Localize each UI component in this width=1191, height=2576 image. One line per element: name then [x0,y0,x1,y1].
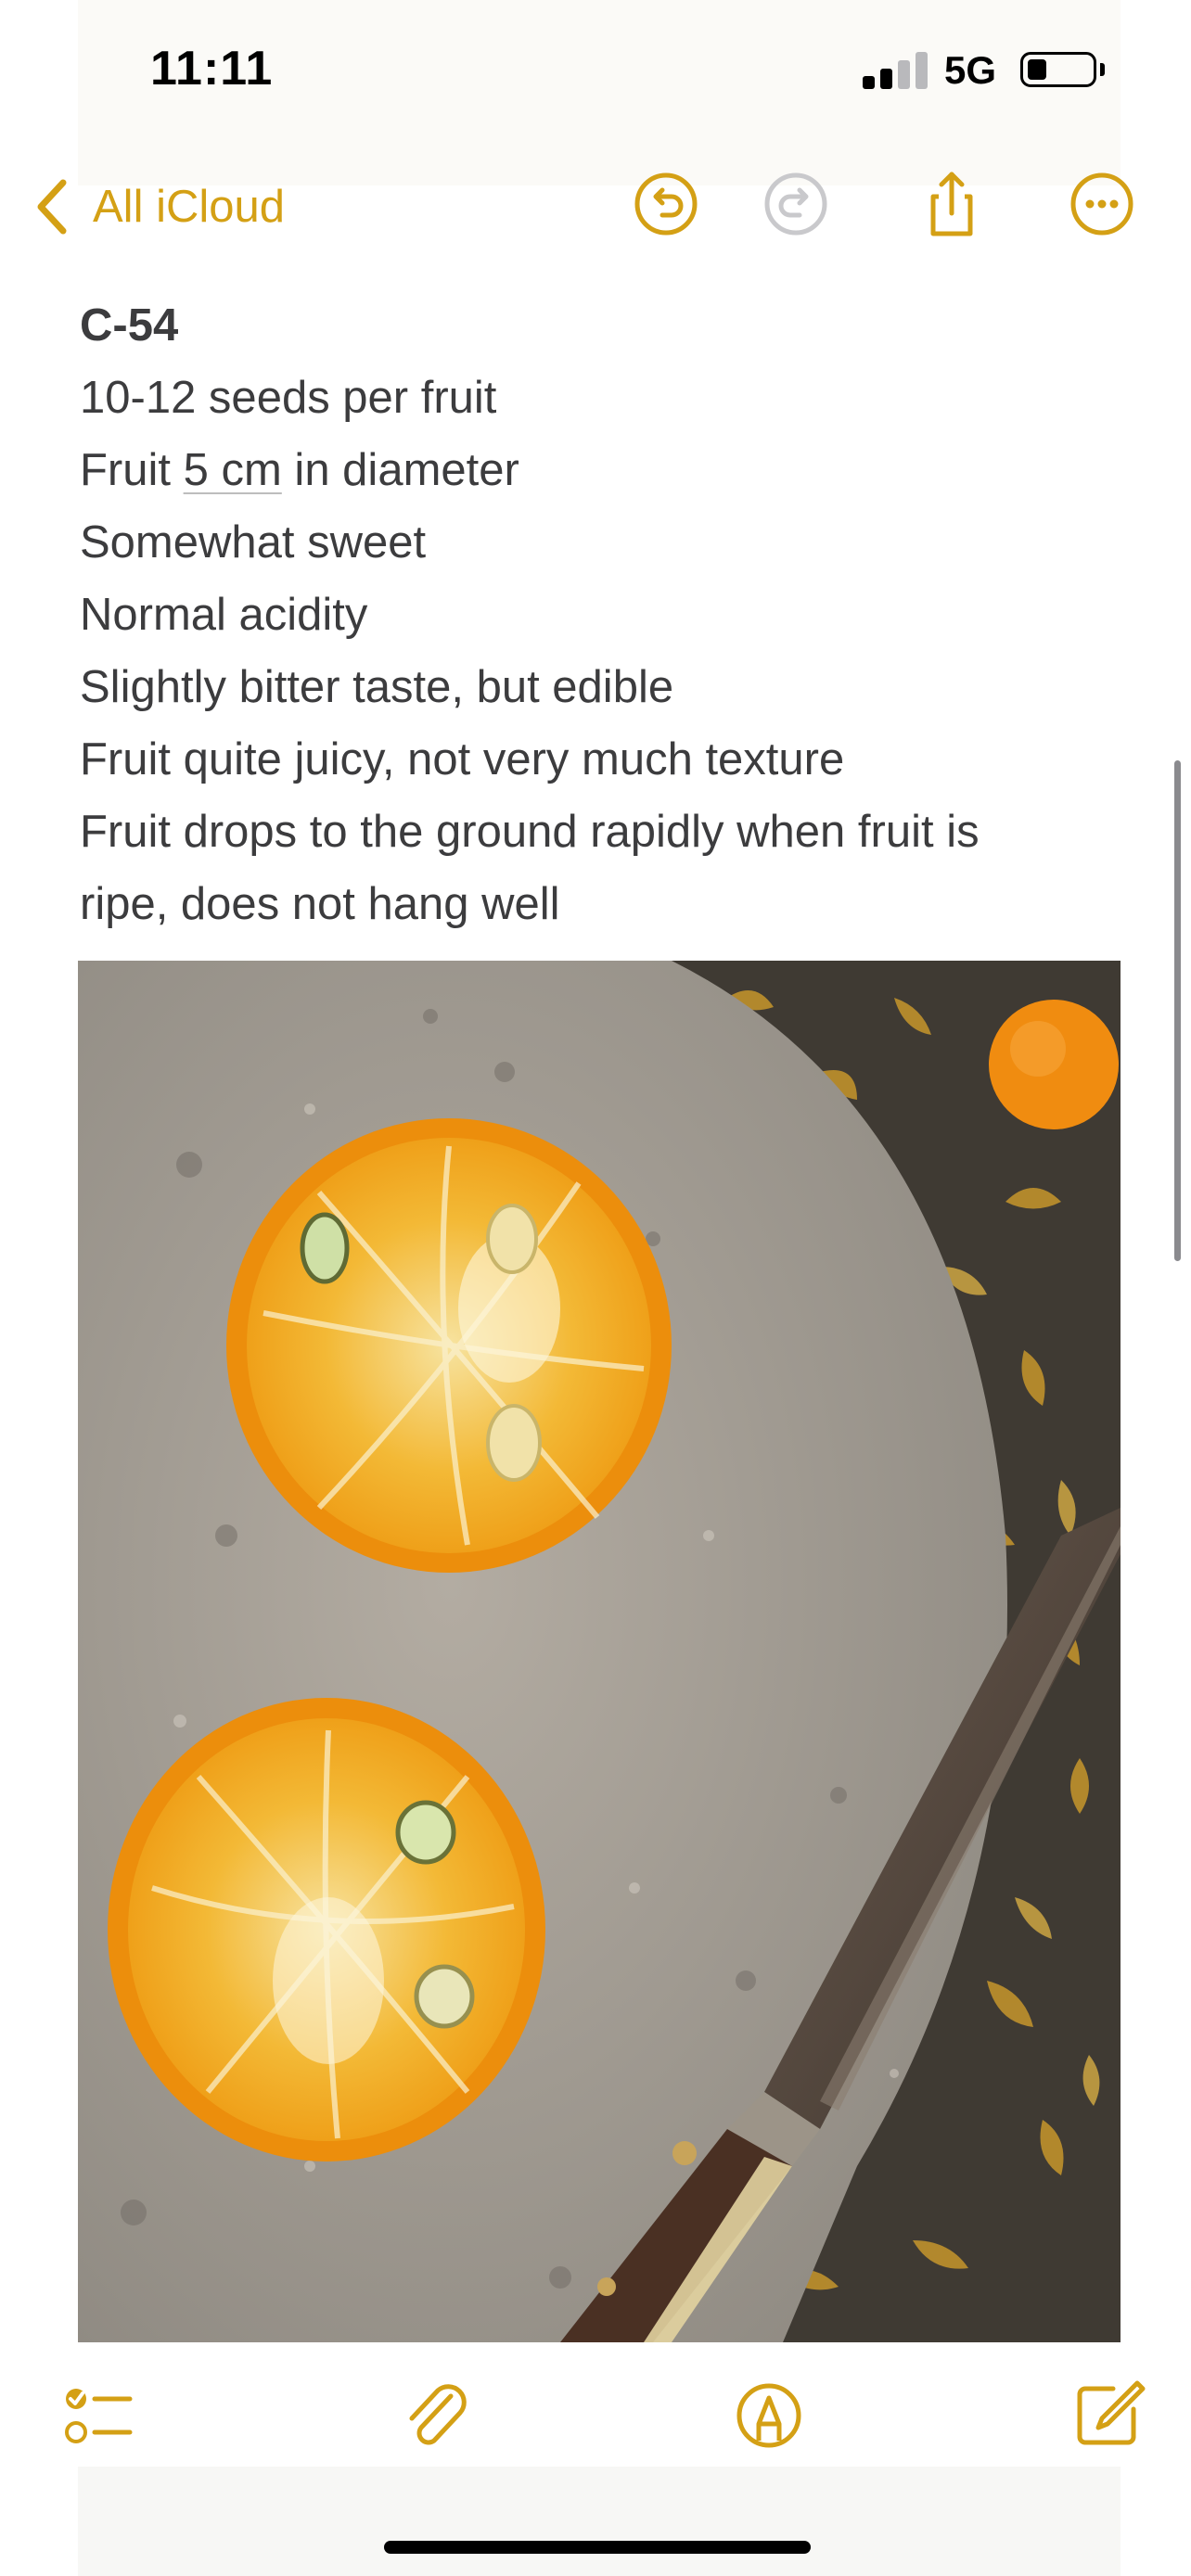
more-icon [1070,172,1133,236]
more-button[interactable] [1065,167,1139,241]
share-icon [930,172,973,236]
checklist-icon [65,2389,133,2443]
diameter-suffix: in diameter [281,445,519,495]
diameter-prefix: Fruit [80,445,184,495]
back-label: All iCloud [93,182,285,232]
attachment-button[interactable] [393,2374,477,2457]
undo-button[interactable] [629,167,703,241]
redo-icon [764,172,827,236]
status-bar: 11:11 5G [0,0,1191,148]
bottom-toolbar [0,2374,1191,2467]
note-line-hang[interactable]: ripe, does not hang well [80,868,1119,940]
note-line-fruit-drop[interactable]: Fruit drops to the ground rapidly when f… [80,796,1119,868]
navigation-bar: All iCloud [0,148,1191,278]
back-button[interactable]: All iCloud [33,165,285,249]
share-button[interactable] [915,167,989,241]
note-body[interactable]: C-54 10-12 seeds per fruit Fruit 5 cm in… [80,289,1119,940]
home-indicator[interactable] [384,2541,811,2554]
note-photo-attachment[interactable] [78,961,1121,2342]
network-type: 5G [944,48,997,92]
checklist-button[interactable] [54,2374,137,2457]
battery-nub [1100,63,1105,76]
status-time: 11:11 [150,42,274,96]
measurement-link[interactable]: 5 cm [184,445,282,495]
note-line-seeds[interactable]: 10-12 seeds per fruit [80,362,1119,434]
note-line-juiciness[interactable]: Fruit quite juicy, not very much texture [80,723,1119,796]
chevron-left-icon [37,179,67,235]
compose-button[interactable] [1065,2374,1148,2457]
note-title[interactable]: C-54 [80,289,1119,362]
markup-button[interactable] [727,2374,811,2457]
note-line-taste[interactable]: Slightly bitter taste, but edible [80,651,1119,723]
compose-icon [1077,2380,1146,2445]
halved-oranges-photo [78,961,1121,2342]
note-line-sweetness[interactable]: Somewhat sweet [80,506,1119,579]
paperclip-icon [409,2384,467,2445]
note-line-diameter[interactable]: Fruit 5 cm in diameter [80,434,1119,506]
note-line-acidity[interactable]: Normal acidity [80,579,1119,651]
scroll-indicator[interactable] [1174,760,1181,1261]
battery-icon [1020,52,1096,87]
redo-button[interactable] [759,167,833,241]
cellular-signal-icon [863,52,928,89]
photo-bottom-edge [78,2467,1121,2576]
undo-icon [634,172,698,236]
markup-pen-icon [736,2383,801,2448]
